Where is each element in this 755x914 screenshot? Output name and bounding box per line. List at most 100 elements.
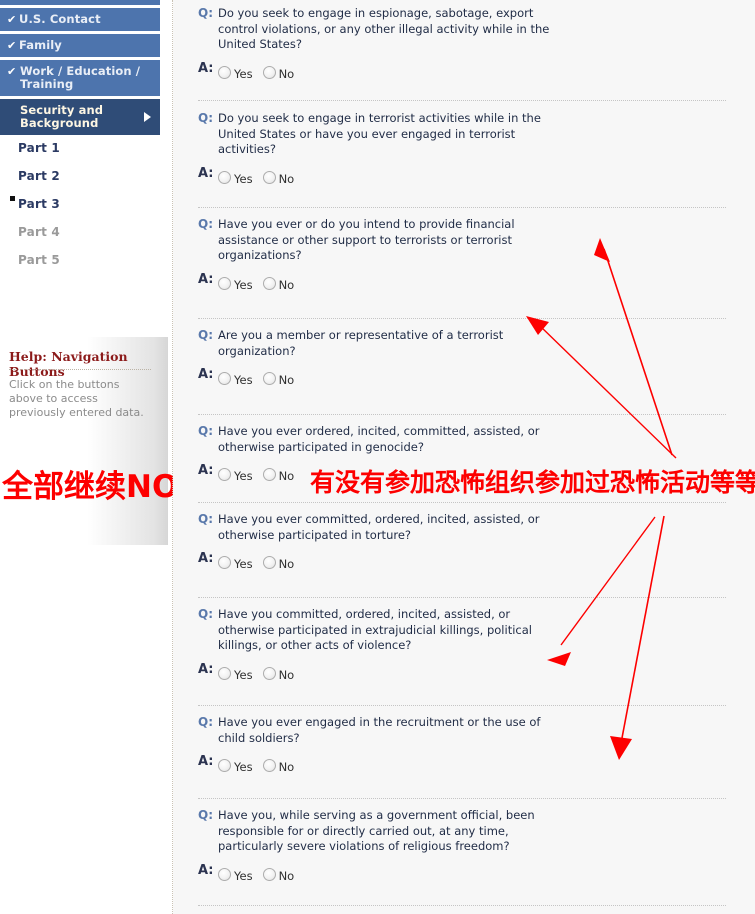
radio-option-label: No	[278, 760, 295, 774]
question-separator	[198, 905, 726, 906]
radio-option-label: Yes	[234, 469, 253, 483]
security-background-form-page: ✔ U.S. Contact ✔ Family ✔ Work / Education …	[0, 0, 755, 914]
radio-button-icon[interactable]	[218, 867, 231, 881]
radio-option-no[interactable]: No	[262, 556, 294, 571]
radio-option-yes[interactable]: Yes	[218, 468, 253, 483]
selected-part-bullet-icon	[10, 196, 15, 201]
sidebar-part-4[interactable]: Part 4	[18, 225, 60, 239]
radio-button-icon[interactable]	[262, 276, 276, 290]
radio-group: Yes No	[218, 756, 755, 774]
answer-label: A:	[198, 271, 214, 287]
radio-option-no[interactable]: No	[262, 276, 295, 292]
radio-button-icon[interactable]	[218, 372, 231, 385]
radio-option-yes[interactable]: Yes	[218, 372, 253, 387]
question-row: Q: Have you ever or do you intend to prov…	[173, 217, 755, 264]
sidebar-item-label: Security and Background	[20, 103, 104, 130]
sidebar-item-family[interactable]: ✔ Family	[0, 34, 160, 57]
answer-row: A: Yes No	[173, 662, 755, 682]
radio-option-label: Yes	[234, 868, 253, 883]
radio-group: Yes No	[218, 369, 755, 387]
radio-option-label: No	[278, 171, 295, 186]
question-label: Q:	[198, 715, 213, 729]
help-panel: Help: Navigation Buttons Click on the bu…	[0, 337, 168, 545]
radio-option-yes[interactable]: Yes	[218, 65, 253, 81]
radio-option-yes[interactable]: Yes	[218, 556, 253, 571]
radio-button-icon[interactable]	[262, 170, 276, 184]
question-list: Q: Do you seek to engage in espionage, sa…	[173, 0, 755, 914]
sidebar-item-work-education-training[interactable]: ✔ Work / Education / Training	[0, 60, 160, 96]
answer-label: A:	[198, 551, 214, 566]
radio-option-no[interactable]: No	[262, 65, 295, 81]
sidebar-item-us-contact[interactable]: ✔ U.S. Contact	[0, 8, 160, 31]
sidebar-part-3[interactable]: Part 3	[18, 197, 60, 211]
question-separator	[198, 318, 726, 319]
question-text: Are you a member or representative of a …	[218, 328, 504, 358]
question-block: Q: Have you ever or do you intend to prov…	[173, 217, 755, 292]
question-text: Have you ever committed, ordered, incite…	[218, 512, 540, 542]
radio-option-no[interactable]: No	[262, 372, 294, 387]
radio-group: Yes No	[218, 664, 755, 682]
sidebar-part-5[interactable]: Part 5	[18, 253, 60, 267]
answer-label: A:	[198, 463, 214, 478]
question-row: Q: Have you ever engaged in the recruitme…	[173, 715, 755, 746]
answer-row: A: Yes No	[173, 551, 755, 571]
radio-button-icon[interactable]	[262, 468, 276, 481]
radio-option-yes[interactable]: Yes	[218, 276, 253, 292]
question-separator	[198, 207, 726, 208]
sidebar-item-label: Family	[19, 38, 62, 52]
answer-row: A: Yes No	[173, 61, 755, 81]
help-panel-body: Click on the buttons above to access pre…	[9, 378, 144, 419]
sidebar-part-label: Part 4	[18, 225, 60, 239]
sidebar-part-1[interactable]: Part 1	[18, 141, 60, 155]
answer-label: A:	[198, 165, 214, 181]
chevron-right-icon	[144, 112, 151, 122]
question-text: Do you seek to engage in espionage, sabo…	[218, 6, 550, 51]
radio-button-icon[interactable]	[218, 468, 231, 481]
question-separator	[198, 100, 726, 101]
radio-option-label: Yes	[234, 66, 253, 81]
radio-group: Yes No	[218, 63, 755, 81]
radio-button-icon[interactable]	[218, 666, 231, 680]
radio-option-yes[interactable]: Yes	[218, 759, 253, 774]
radio-button-icon[interactable]	[218, 170, 231, 184]
question-separator	[198, 705, 726, 706]
radio-button-icon[interactable]	[262, 556, 276, 569]
radio-button-icon[interactable]	[218, 556, 231, 569]
sidebar-item-label: Work / Education / Training	[20, 64, 141, 91]
radio-option-yes[interactable]: Yes	[218, 170, 253, 186]
radio-button-icon[interactable]	[262, 867, 276, 881]
radio-button-icon[interactable]	[262, 666, 276, 680]
radio-option-label: No	[278, 66, 295, 81]
radio-option-yes[interactable]: Yes	[218, 666, 253, 682]
annotation-main-note: 有没有参加恐怖组织参加过恐怖活动等等	[310, 468, 755, 497]
radio-button-icon[interactable]	[262, 65, 276, 79]
radio-button-icon[interactable]	[218, 759, 231, 772]
radio-option-label: No	[278, 868, 295, 883]
question-block: Q: Have you ever engaged in the recruitme…	[173, 715, 755, 774]
radio-button-icon[interactable]	[262, 372, 276, 385]
annotation-left-note: 全部继续NO	[2, 469, 179, 505]
radio-option-no[interactable]: No	[262, 170, 295, 186]
question-label: Q:	[198, 424, 213, 438]
radio-button-icon[interactable]	[218, 276, 231, 290]
check-icon: ✔	[7, 65, 17, 78]
question-label: Q:	[198, 808, 213, 822]
radio-group: Yes No	[218, 274, 755, 292]
sidebar-part-label: Part 2	[18, 169, 60, 183]
radio-option-no[interactable]: No	[262, 867, 295, 883]
check-icon: ✔	[7, 39, 17, 52]
sidebar-part-2[interactable]: Part 2	[18, 169, 60, 183]
help-panel-divider	[9, 369, 151, 370]
radio-option-no[interactable]: No	[262, 666, 294, 682]
radio-option-yes[interactable]: Yes	[218, 867, 253, 883]
radio-button-icon[interactable]	[218, 65, 231, 79]
answer-row: A: Yes No	[173, 367, 755, 387]
radio-button-icon[interactable]	[262, 759, 276, 772]
sidebar-item-security-and-background[interactable]: Security and Background	[0, 99, 160, 135]
radio-option-label: No	[278, 277, 295, 292]
radio-group: Yes No	[218, 553, 755, 571]
question-row: Q: Have you, while serving as a governmen…	[173, 808, 755, 855]
question-text: Do you seek to engage in terrorist activ…	[218, 111, 541, 156]
radio-option-no[interactable]: No	[262, 759, 295, 774]
radio-option-no[interactable]: No	[262, 468, 294, 483]
